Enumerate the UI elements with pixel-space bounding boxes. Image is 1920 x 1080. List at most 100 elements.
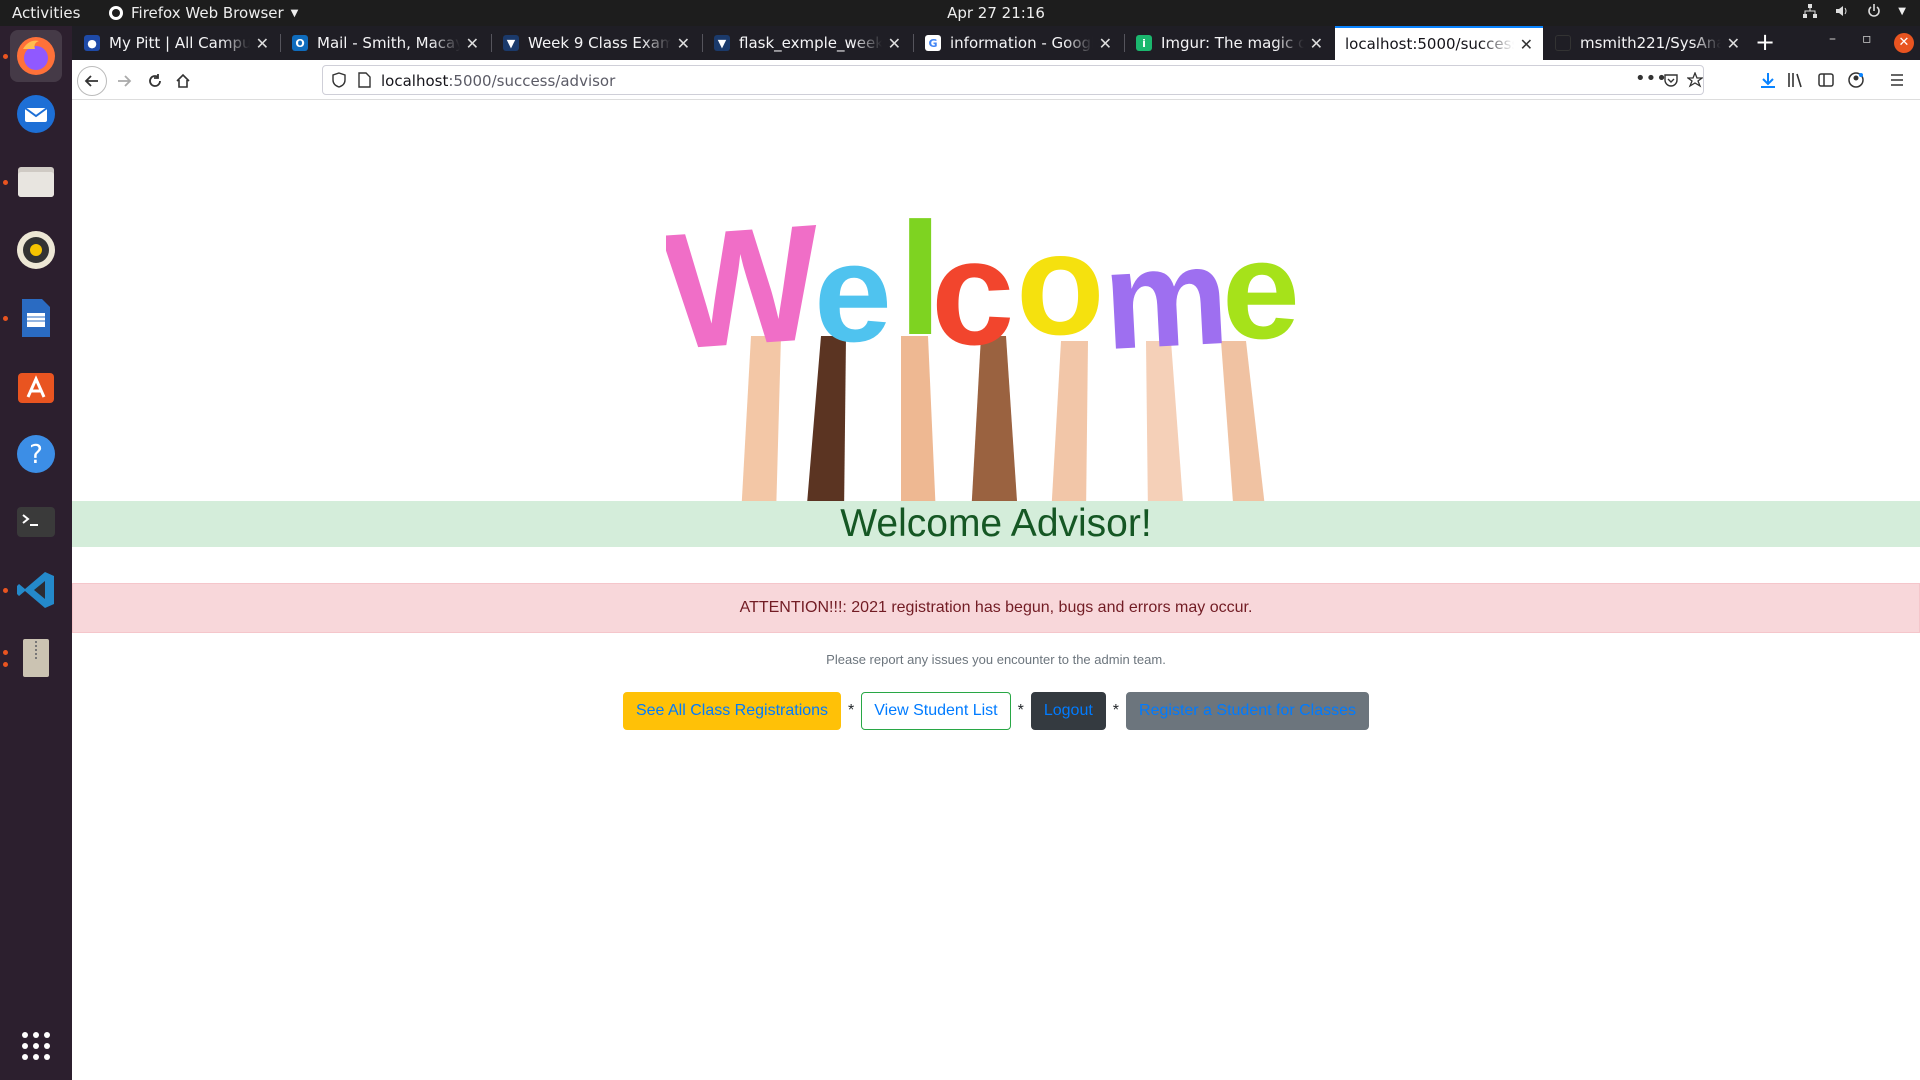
url-bar[interactable]: localhost:5000/success/advisor ••• [322,65,1704,95]
hamburger-menu-icon[interactable] [1888,71,1906,89]
network-icon [1803,4,1818,18]
dock-files[interactable] [10,156,62,208]
tab-my-pitt[interactable]: ● My Pitt | All Campuses ✕ [74,26,279,60]
navigation-toolbar: localhost:5000/success/advisor ••• [72,60,1920,100]
page-info-icon[interactable] [357,72,371,88]
show-apps-icon [22,1032,50,1060]
reload-icon [149,74,161,87]
tab-imgur[interactable]: i Imgur: The magic of th ✕ [1126,26,1333,60]
close-icon[interactable]: ✕ [1099,34,1112,53]
help-icon: ? [17,435,55,473]
dock-software[interactable] [10,360,62,412]
new-tab-icon[interactable]: + [1755,28,1775,56]
attention-alert: ATTENTION!!!: 2021 registration has begu… [72,583,1920,633]
imgur-favicon-icon: i [1136,35,1152,51]
url-text: localhost:5000/success/advisor [381,72,615,90]
window-close-icon[interactable]: ✕ [1894,33,1914,53]
page-content: W e l c o m e Welcome Advisor! ATTENTION… [72,101,1920,1080]
reload-button[interactable] [140,66,170,96]
system-top-bar: Activities Firefox Web Browser ▼ Apr 27 … [0,0,1920,26]
close-icon[interactable]: ✕ [677,34,690,53]
close-icon[interactable]: ✕ [1310,34,1323,53]
dock-help[interactable]: ? [10,428,62,480]
forward-button[interactable] [109,66,139,96]
close-icon[interactable]: ✕ [888,34,901,53]
separator: * [1112,702,1120,719]
page-title: Welcome Advisor! [840,502,1152,545]
dock: ? [0,26,72,1080]
vscode-icon [17,572,54,608]
terminal-icon [17,507,55,537]
hero-letter: c [931,216,1014,376]
system-tray[interactable]: ▼ [1802,3,1906,19]
dock-show-apps[interactable] [10,1020,62,1072]
dock-archive[interactable] [10,632,62,684]
close-icon[interactable]: ✕ [1520,35,1533,54]
close-icon[interactable]: ✕ [1727,34,1740,53]
library-icon[interactable] [1786,71,1804,89]
separator: * [848,702,855,719]
dock-firefox[interactable] [10,30,62,82]
sidebar-icon[interactable] [1817,71,1835,89]
tab-title: flask_exmple_week9_ [739,34,882,52]
dock-writer[interactable] [10,292,62,344]
tab-separator [913,34,914,52]
google-favicon-icon: G [925,35,941,51]
home-icon [176,73,190,88]
running-indicator [3,650,8,655]
hero-letter: e [1222,216,1300,368]
browser-window: ● My Pitt | All Campuses ✕ O Mail - Smit… [72,26,1920,1080]
tab-strip: ● My Pitt | All Campuses ✕ O Mail - Smit… [72,26,1920,60]
shield-favicon-icon: ▼ [503,35,519,51]
register-student-button[interactable]: Register a Student for Classes [1126,692,1370,730]
url-path: :5000/success/advisor [448,72,616,90]
tab-mail[interactable]: O Mail - Smith, Macayla R ✕ [282,26,489,60]
minimize-icon[interactable]: – [1829,31,1836,47]
dock-terminal[interactable] [10,496,62,548]
home-button[interactable] [168,66,198,96]
dock-thunderbird[interactable] [10,88,62,140]
back-button[interactable] [77,66,107,96]
files-icon [18,167,54,197]
restore-icon[interactable]: ▫ [1862,31,1872,47]
separator: * [1017,702,1024,719]
hero-letter: o [1016,216,1105,365]
close-icon[interactable]: ✕ [256,34,269,53]
dock-vscode[interactable] [10,564,62,616]
arrow-right-icon [118,75,132,87]
github-favicon-icon [1555,35,1571,51]
see-all-registrations-button[interactable]: See All Class Registrations [622,692,842,730]
account-icon[interactable] [1847,71,1865,89]
tab-google[interactable]: G information - Google S ✕ [915,26,1122,60]
tab-title: Imgur: The magic of th [1161,34,1304,52]
volume-icon [1836,6,1847,16]
clock[interactable]: Apr 27 21:16 [0,4,1920,22]
dock-rhythmbox[interactable] [10,224,62,276]
shield-favicon-icon: ▼ [714,35,730,51]
tab-week9[interactable]: ▼ Week 9 Class Example ✕ [493,26,700,60]
tab-separator [491,34,492,52]
view-student-list-button[interactable]: View Student List [861,692,1011,730]
tab-localhost[interactable]: localhost:5000/success/ad ✕ [1335,26,1543,60]
bookmark-star-icon[interactable] [1687,72,1703,88]
tab-separator [702,34,703,52]
arrow-left-icon [84,75,98,87]
tab-title: My Pitt | All Campuses [109,34,250,52]
tab-title: Mail - Smith, Macayla R [317,34,460,52]
report-note: Please report any issues you encounter t… [826,652,1166,667]
hero-letter: e [814,216,892,371]
logout-button[interactable]: Logout [1030,692,1106,730]
tab-flask-example[interactable]: ▼ flask_exmple_week9_ ✕ [704,26,911,60]
tab-title: information - Google S [950,34,1093,52]
download-icon[interactable] [1759,71,1777,89]
tracking-shield-icon[interactable] [331,72,347,88]
action-buttons: See All Class Registrations * View Stude… [72,692,1920,730]
tab-title: localhost:5000/success/ad [1345,35,1514,53]
tab-github[interactable]: msmith221/SysAnalys ✕ [1545,26,1750,60]
pocket-icon[interactable] [1663,72,1679,88]
tab-title: Week 9 Class Example [528,34,671,52]
close-icon[interactable]: ✕ [466,34,479,53]
outlook-favicon-icon: O [292,35,308,51]
software-center-icon [18,373,54,403]
welcome-letters: W e l c o m e [666,216,1300,384]
